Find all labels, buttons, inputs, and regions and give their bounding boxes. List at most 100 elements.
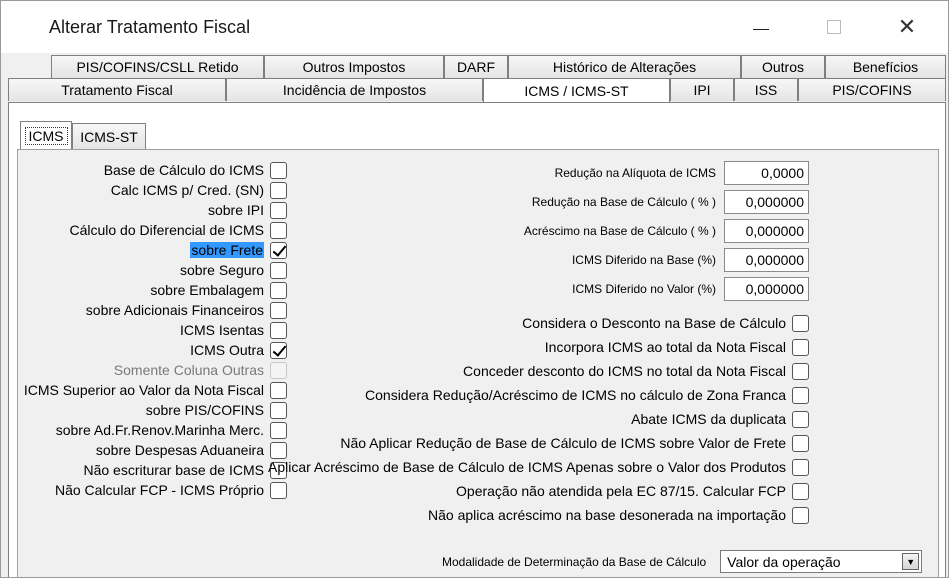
option-icms-outra[interactable]: ICMS Outra (190, 340, 287, 360)
tab-outros-impostos[interactable]: Outros Impostos (264, 55, 444, 78)
option-label: Calc ICMS p/ Cred. (SN) (110, 182, 264, 198)
option-nao-escriturar-base-de-icms[interactable]: Não escriturar base de ICMS (83, 460, 287, 480)
option-nao-aplica-acrescimo-na-base-desonerada-na-importacao[interactable]: Não aplica acréscimo na base desonerada … (428, 505, 809, 525)
option-checkbox[interactable] (792, 434, 809, 452)
subtab-icms[interactable]: ICMS (20, 121, 72, 149)
main-tab-strip: PIS/COFINS/CSLL Retido Outros Impostos D… (8, 55, 946, 103)
tab-beneficios[interactable]: Benefícios (825, 55, 946, 78)
option-checkbox[interactable] (270, 401, 287, 419)
option-considera-reducao-acrescimo-de-icms-no-calculo-de-zona-franca[interactable]: Considera Redução/Acréscimo de ICMS no c… (365, 385, 809, 405)
option-label: ICMS Isentas (179, 322, 264, 338)
option-icms-isentas[interactable]: ICMS Isentas (180, 320, 287, 340)
option-checkbox[interactable] (792, 314, 809, 332)
option-checkbox[interactable] (270, 181, 287, 199)
option-checkbox[interactable] (270, 201, 287, 219)
option-checkbox[interactable] (792, 362, 809, 380)
numeric-input[interactable]: 0,000000 (724, 190, 809, 214)
option-checkbox (270, 361, 287, 379)
option-sobre-adicionais-financeiros[interactable]: sobre Adicionais Financeiros (86, 300, 287, 320)
close-icon: ✕ (897, 14, 917, 39)
tab-ipi[interactable]: IPI (670, 78, 734, 101)
tab-darf[interactable]: DARF (444, 55, 508, 78)
numeric-input[interactable]: 0,000000 (724, 248, 809, 272)
option-base-de-calculo-do-icms[interactable]: Base de Cálculo do ICMS (104, 160, 287, 180)
option-icms-superior-ao-valor-da-nota-fiscal[interactable]: ICMS Superior ao Valor da Nota Fiscal (24, 380, 287, 400)
option-checkbox[interactable] (792, 386, 809, 404)
option-checkbox[interactable] (792, 506, 809, 524)
option-incorpora-icms-ao-total-da-nota-fiscal[interactable]: Incorpora ICMS ao total da Nota Fiscal (545, 337, 809, 357)
option-aplicar-acrescimo-de-base-de-calculo-de-icms-apenas-sobre-o-valor-dos-produtos[interactable]: Aplicar Acréscimo de Base de Cálculo de … (268, 457, 809, 477)
tab-historico-alteracoes[interactable]: Histórico de Alterações (508, 55, 741, 78)
option-checkbox[interactable] (270, 301, 287, 319)
field-reducao-na-base-de-calculo: Redução na Base de Cálculo ( % ) 0,000000 (532, 189, 809, 215)
option-checkbox[interactable] (270, 161, 287, 179)
field-reducao-na-aliquota-de-icms: Redução na Alíquota de ICMS 0,0000 (555, 160, 809, 186)
numeric-input[interactable]: 0,0000 (724, 161, 809, 185)
tab-pis-cofins-csll-retido[interactable]: PIS/COFINS/CSLL Retido (51, 55, 264, 78)
option-abate-icms-da-duplicata[interactable]: Abate ICMS da duplicata (631, 409, 809, 429)
field-label: ICMS Diferido na Base (%) (571, 253, 716, 267)
option-checkbox[interactable] (792, 338, 809, 356)
option-checkbox[interactable] (270, 321, 287, 339)
window-title: Alterar Tratamento Fiscal (49, 17, 251, 37)
option-checkbox[interactable] (270, 241, 287, 259)
maximize-icon (827, 20, 841, 34)
chevron-down-icon[interactable]: ▼ (902, 553, 920, 570)
option-checkbox[interactable] (792, 458, 809, 476)
tab-label: PIS/COFINS (832, 82, 912, 98)
tab-outros[interactable]: Outros (741, 55, 825, 78)
option-label: Não Calcular FCP - ICMS Próprio (54, 482, 264, 498)
option-checkbox[interactable] (270, 481, 287, 499)
tab-label: Outros (761, 59, 804, 75)
option-label: sobre Adicionais Financeiros (85, 302, 264, 318)
tab-label: ICMS / ICMS-ST (524, 83, 629, 99)
option-label: Base de Cálculo do ICMS (103, 162, 264, 178)
tab-tratamento-fiscal[interactable]: Tratamento Fiscal (8, 78, 226, 101)
tab-label: Incidência de Impostos (282, 82, 427, 98)
tab-iss[interactable]: ISS (734, 78, 798, 101)
option-sobre-frete[interactable]: sobre Frete (190, 240, 287, 260)
option-sobre-ad-fr-renov-marinha-merc[interactable]: sobre Ad.Fr.Renov.Marinha Merc. (56, 420, 287, 440)
option-checkbox[interactable] (270, 281, 287, 299)
option-checkbox[interactable] (270, 341, 287, 359)
option-checkbox[interactable] (270, 261, 287, 279)
option-label: Não aplica acréscimo na base desonerada … (428, 507, 786, 523)
subtab-icms-st[interactable]: ICMS-ST (72, 123, 146, 149)
option-conceder-desconto-do-icms-no-total-da-nota-fiscal[interactable]: Conceder desconto do ICMS no total da No… (463, 361, 809, 381)
option-calculo-do-diferencial-de-icms[interactable]: Cálculo do Diferencial de ICMS (69, 220, 287, 240)
tab-pis-cofins[interactable]: PIS/COFINS (798, 78, 946, 101)
close-button[interactable]: ✕ (877, 1, 937, 53)
option-checkbox[interactable] (270, 381, 287, 399)
numeric-input[interactable]: 0,000000 (724, 219, 809, 243)
option-calc-icms-p-cred-sn[interactable]: Calc ICMS p/ Cred. (SN) (111, 180, 287, 200)
modalidade-select[interactable]: Valor da operação ▼ (720, 550, 923, 573)
option-sobre-embalagem[interactable]: sobre Embalagem (150, 280, 287, 300)
option-sobre-despesas-aduaneira[interactable]: sobre Despesas Aduaneira (96, 440, 287, 460)
option-considera-o-desconto-na-base-de-calculo[interactable]: Considera o Desconto na Base de Cálculo (522, 313, 809, 333)
option-nao-calcular-fcp-icms-proprio[interactable]: Não Calcular FCP - ICMS Próprio (55, 480, 287, 500)
option-operacao-nao-atendida-pela-ec-87-15-calcular-fcp[interactable]: Operação não atendida pela EC 87/15. Cal… (456, 481, 809, 501)
subtab-label: ICMS-ST (80, 128, 138, 145)
option-label: Não escriturar base de ICMS (83, 462, 264, 478)
tab-incidencia-impostos[interactable]: Incidência de Impostos (226, 78, 483, 101)
option-sobre-ipi[interactable]: sobre IPI (208, 200, 287, 220)
tab-icms-icms-st[interactable]: ICMS / ICMS-ST (483, 78, 670, 103)
option-checkbox[interactable] (792, 410, 809, 428)
option-checkbox[interactable] (270, 221, 287, 239)
tab-label: Tratamento Fiscal (61, 82, 173, 98)
option-sobre-pis-cofins[interactable]: sobre PIS/COFINS (146, 400, 287, 420)
left-options-column: Base de Cálculo do ICMS Calc ICMS p/ Cred… (18, 150, 287, 550)
option-checkbox[interactable] (792, 482, 809, 500)
option-label: Não Aplicar Redução de Base de Cálculo d… (340, 435, 786, 451)
maximize-button[interactable] (804, 1, 864, 53)
field-icms-diferido-na-base: ICMS Diferido na Base (%) 0,000000 (572, 247, 809, 273)
option-nao-aplicar-reducao-de-base-de-calculo-de-icms-sobre-valor-de-frete[interactable]: Não Aplicar Redução de Base de Cálculo d… (340, 433, 809, 453)
tab-label: PIS/COFINS/CSLL Retido (76, 59, 239, 75)
option-sobre-seguro[interactable]: sobre Seguro (180, 260, 287, 280)
option-checkbox[interactable] (270, 441, 287, 459)
field-icms-diferido-no-valor: ICMS Diferido no Valor (%) 0,000000 (572, 276, 809, 302)
numeric-input[interactable]: 0,000000 (724, 277, 809, 301)
modalidade-label: Modalidade de Determinação da Base de Cá… (442, 554, 707, 569)
option-checkbox[interactable] (270, 421, 287, 439)
minimize-button[interactable] (731, 1, 791, 53)
